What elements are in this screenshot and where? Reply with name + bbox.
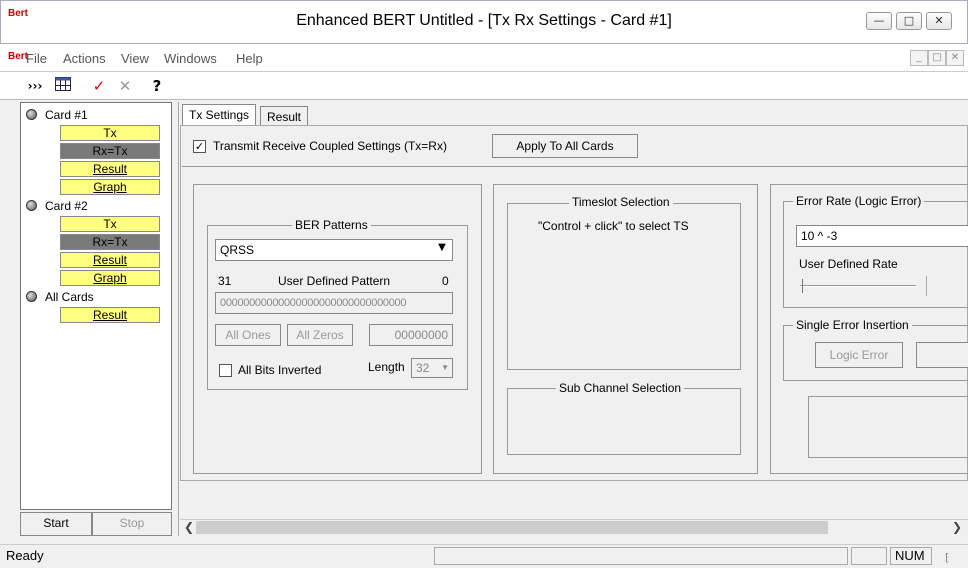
coupled-settings-label: Transmit Receive Coupled Settings (Tx=Rx…	[213, 139, 447, 153]
length-select[interactable]: 32 ▼	[411, 358, 453, 378]
resize-grip-icon[interactable]: ⁅	[945, 551, 949, 564]
scroll-right-icon[interactable]: ❯	[952, 520, 962, 534]
status-led-icon	[26, 291, 37, 302]
error-rate-input[interactable]: 10 ^ -3	[796, 225, 968, 247]
status-led-icon	[26, 109, 37, 120]
stop-button[interactable]: Stop	[92, 512, 172, 536]
error-insert-button-2[interactable]	[916, 342, 968, 368]
menu-actions[interactable]: Actions	[63, 51, 106, 66]
tree-node-rx[interactable]: Rx=Tx	[60, 234, 160, 250]
menu-windows[interactable]: Windows	[164, 51, 217, 66]
scrollbar-thumb[interactable]	[196, 521, 828, 534]
tree-node-tx[interactable]: Tx	[60, 216, 160, 232]
status-led-icon	[26, 200, 37, 211]
minimize-button[interactable]: —	[866, 12, 892, 30]
error-rate-group	[783, 201, 968, 308]
all-ones-button[interactable]: All Ones	[215, 324, 281, 346]
subchannel-group	[507, 388, 741, 455]
logic-error-button[interactable]: Logic Error	[815, 342, 903, 368]
tree-node-result[interactable]: Result	[60, 252, 160, 268]
tree-card-2[interactable]: Card #2	[26, 199, 88, 213]
checkmark-icon[interactable]: ✓	[88, 76, 110, 96]
rate-slider-end	[926, 276, 930, 296]
timeslot-hint: "Control + click" to select TS	[538, 219, 689, 233]
start-button[interactable]: Start	[20, 512, 92, 536]
status-text: Ready	[6, 548, 44, 563]
mdi-minimize-button[interactable]: _	[910, 50, 928, 66]
tree-node-tx[interactable]: Tx	[60, 125, 160, 141]
error-rate-title: Error Rate (Logic Error)	[793, 194, 925, 208]
subchannel-title: Sub Channel Selection	[556, 381, 685, 395]
user-defined-rate-label: User Defined Rate	[799, 257, 898, 271]
chevron-down-icon[interactable]: ▼	[434, 242, 450, 258]
coupled-settings-checkbox[interactable]: ✓	[193, 140, 206, 153]
timeslot-title: Timeslot Selection	[569, 195, 673, 209]
status-num: NUM	[890, 547, 932, 565]
status-panel	[434, 547, 848, 565]
tab-tx-settings[interactable]: Tx Settings	[182, 104, 257, 126]
tree-node-graph[interactable]: Graph	[60, 179, 160, 195]
rate-slider-thumb[interactable]	[802, 279, 806, 293]
all-zeros-button[interactable]: All Zeros	[287, 324, 353, 346]
tree-node-result[interactable]: Result	[60, 307, 160, 323]
tree-node-rx[interactable]: Rx=Tx	[60, 143, 160, 159]
close-button[interactable]: ✕	[926, 12, 952, 30]
udp-msb-label: 31	[218, 274, 232, 288]
tree-card-1[interactable]: Card #1	[26, 108, 88, 122]
divider	[182, 166, 968, 167]
close-icon[interactable]: ✕	[114, 76, 136, 96]
menu-file[interactable]: File	[26, 51, 47, 66]
all-bits-inverted-checkbox[interactable]	[219, 364, 232, 377]
menu-help[interactable]: Help	[236, 51, 263, 66]
rate-slider-track[interactable]	[800, 285, 916, 287]
mdi-close-button[interactable]: ✕	[946, 50, 964, 66]
tree-node-result[interactable]: Result	[60, 161, 160, 177]
udp-label: User Defined Pattern	[278, 274, 391, 288]
error-status-box	[808, 396, 968, 458]
tree-node-graph[interactable]: Graph	[60, 270, 160, 286]
hex-value-input[interactable]: 00000000	[369, 324, 453, 346]
length-label: Length	[368, 360, 405, 374]
table-icon[interactable]	[52, 76, 74, 96]
mdi-logo: Bert	[8, 51, 29, 62]
window-title: Enhanced BERT Untitled - [Tx Rx Settings…	[296, 12, 672, 29]
maximize-button[interactable]: □	[896, 12, 922, 30]
chevron-down-icon: ▼	[441, 363, 449, 372]
double-chevron-icon[interactable]: ›››	[24, 76, 46, 96]
scroll-left-icon[interactable]: ❮	[184, 520, 194, 534]
status-panel-caps	[851, 547, 887, 565]
single-error-title: Single Error Insertion	[793, 318, 912, 332]
udp-bits-input[interactable]: 00000000000000000000000000000000	[215, 292, 453, 314]
udp-lsb-label: 0	[442, 274, 449, 288]
mdi-restore-button[interactable]: □	[928, 50, 946, 66]
all-bits-inverted-label: All Bits Inverted	[238, 363, 322, 377]
help-icon[interactable]: ?	[146, 76, 168, 96]
tree-all-cards[interactable]: All Cards	[26, 290, 94, 304]
tab-result[interactable]: Result	[260, 106, 309, 126]
ber-patterns-title: BER Patterns	[292, 218, 371, 232]
apply-to-all-cards-button[interactable]: Apply To All Cards	[492, 134, 638, 158]
ber-pattern-select[interactable]: QRSS	[215, 239, 453, 261]
menu-view[interactable]: View	[121, 51, 149, 66]
